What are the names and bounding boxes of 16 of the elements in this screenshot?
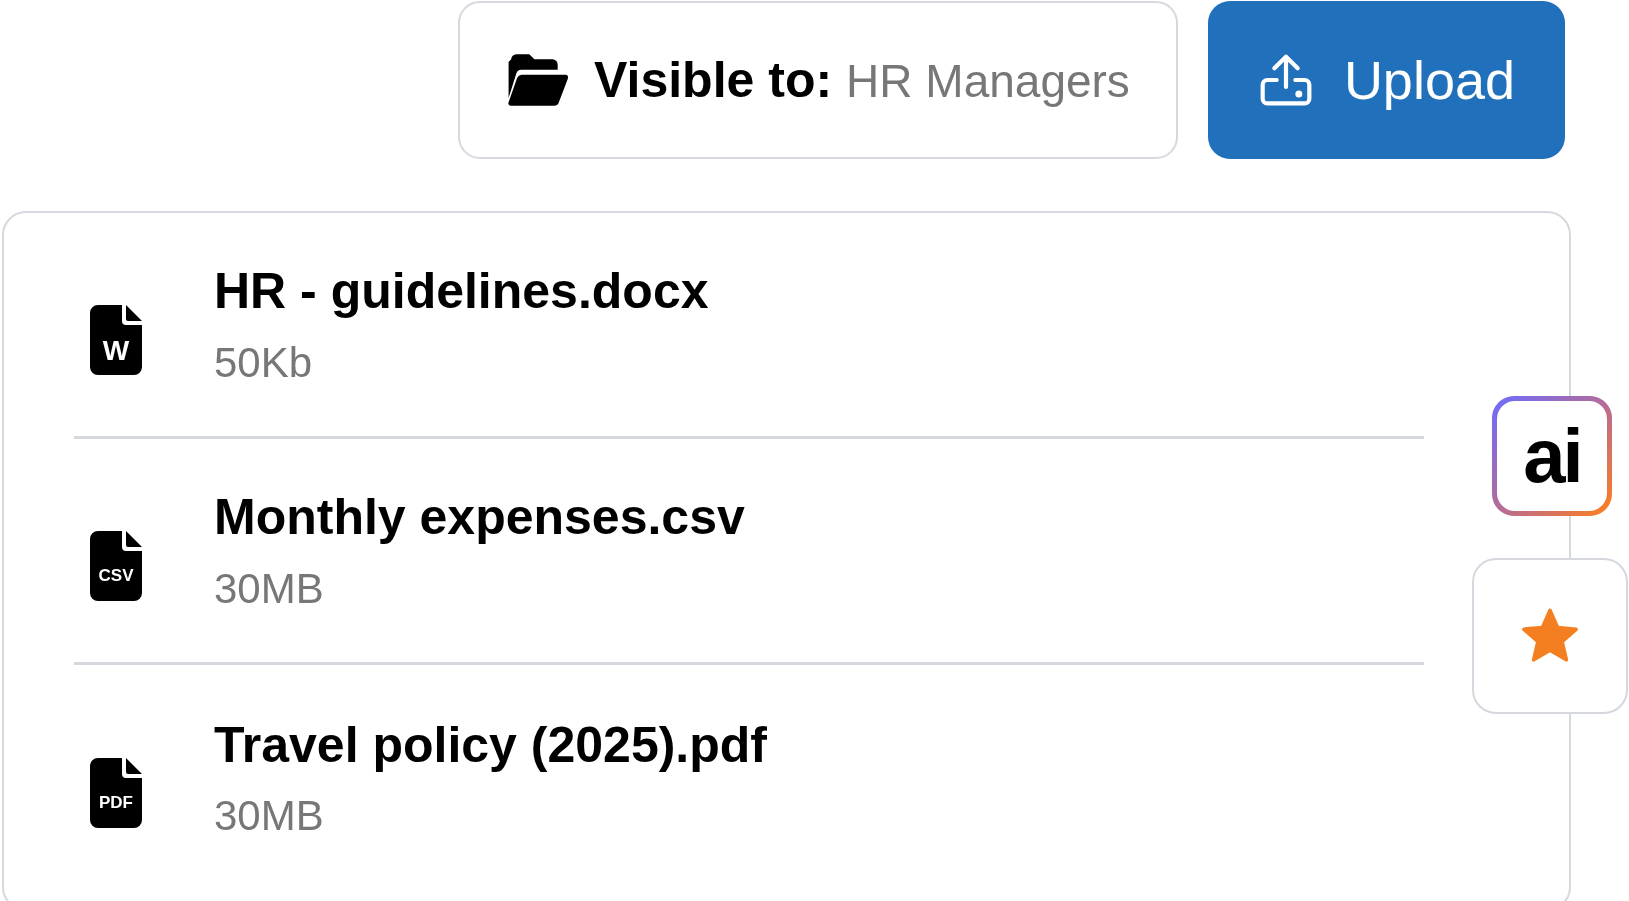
visibility-value: HR Managers <box>846 53 1130 109</box>
file-size: 30MB <box>214 563 325 614</box>
file-name: HR - guidelines.docx <box>214 262 709 321</box>
file-size: 50Kb <box>214 337 314 388</box>
file-icon: W <box>90 304 142 375</box>
visibility-label: Visible to: <box>594 50 833 110</box>
folder-icon <box>506 54 569 106</box>
file-name: Monthly expenses.csv <box>214 488 745 547</box>
file-icon: PDF <box>90 758 142 828</box>
file-name: Travel policy (2025).pdf <box>214 715 767 775</box>
file-icon: CSV <box>90 530 142 601</box>
visibility-button[interactable]: Visible to: HR Managers <box>458 1 1178 159</box>
file-size: 30MB <box>214 791 325 841</box>
upload-button[interactable]: Upload <box>1207 1 1565 159</box>
favorite-button[interactable] <box>1472 558 1628 714</box>
ai-button[interactable]: ai <box>1492 396 1612 516</box>
